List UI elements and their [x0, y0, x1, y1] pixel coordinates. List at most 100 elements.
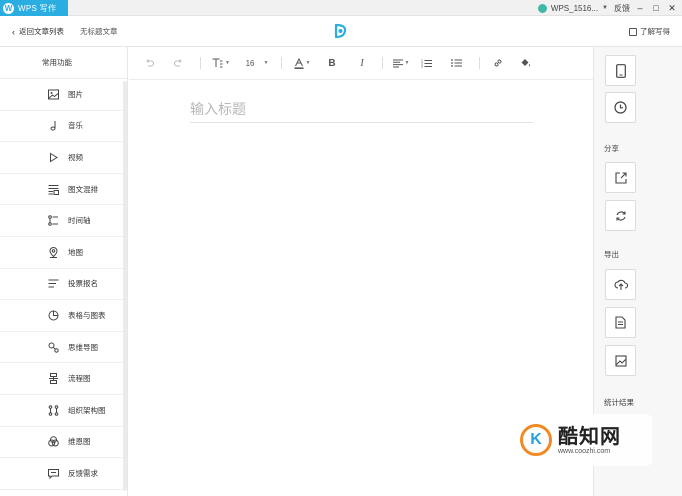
bold-button[interactable]: B — [316, 47, 348, 80]
svg-text:3: 3 — [421, 65, 423, 69]
export-label: 导出 — [604, 250, 619, 259]
export-cloud-button[interactable] — [605, 269, 636, 300]
share-link-button[interactable] — [605, 162, 636, 193]
italic-button[interactable]: I — [348, 47, 376, 80]
back-to-list-button[interactable]: ‹ 返回文章列表 — [12, 26, 64, 37]
sidebar-item-label: 音乐 — [68, 121, 83, 131]
ordered-list-button[interactable]: 123 — [413, 47, 439, 80]
video-icon — [47, 151, 59, 163]
chart-icon — [47, 309, 59, 321]
avatar[interactable] — [537, 3, 547, 13]
sidebar-item-image[interactable]: 图片 — [0, 79, 124, 111]
user-name[interactable]: WPS_1516... — [551, 4, 598, 13]
sidebar-item-mindmap[interactable]: 思维导图 — [0, 332, 124, 364]
sidebar-item-label: 维恩图 — [68, 437, 91, 447]
watermark: K 酷知网 www.coozhi.com — [512, 414, 652, 466]
editor-header: ‹ 返回文章列表 无标题文章 了解写得 — [0, 16, 682, 47]
sidebar-item-venn[interactable]: 维恩图 — [0, 427, 124, 459]
bullet-list-button[interactable] — [439, 47, 473, 80]
mobile-preview-button[interactable] — [605, 55, 636, 86]
redo-button[interactable] — [164, 47, 194, 80]
title-input[interactable] — [190, 95, 533, 123]
align-dropdown[interactable]: ▼ — [389, 47, 413, 80]
sidebar-scrollbar[interactable] — [123, 81, 127, 491]
titlebar-right: WPS_1516... ▼ 反馈 – □ ✕ — [537, 0, 678, 16]
align-left-icon — [392, 59, 403, 67]
map-pin-icon — [47, 246, 59, 258]
sidebar-item-table-chart[interactable]: 表格与图表 — [0, 300, 124, 332]
sidebar-list: 图片 音乐 视频 图文混排 时间轴 地图 投票报名 表格与图表 思维导图 流程图… — [0, 79, 124, 490]
learn-more-button[interactable]: 了解写得 — [629, 26, 670, 37]
font-color-dropdown[interactable]: ▼ — [288, 47, 316, 80]
ordered-list-icon: 123 — [421, 59, 432, 69]
music-icon — [47, 120, 59, 132]
share-label: 分享 — [604, 144, 619, 153]
sidebar-item-vote[interactable]: 投票报名 — [0, 269, 124, 301]
text-style-icon — [212, 58, 223, 68]
sidebar-item-flowchart[interactable]: 流程图 — [0, 363, 124, 395]
sidebar-item-label: 投票报名 — [68, 279, 98, 289]
sidebar-item-label: 图片 — [68, 89, 83, 99]
external-link-icon — [614, 171, 627, 184]
chevron-down-icon: ▼ — [225, 60, 230, 66]
sidebar-item-music[interactable]: 音乐 — [0, 111, 124, 143]
sidebar-item-timeline[interactable]: 时间轴 — [0, 205, 124, 237]
clock-icon — [614, 101, 627, 114]
chevron-down-icon: ▼ — [305, 60, 311, 66]
minimize-button[interactable]: – — [634, 2, 646, 14]
text-style-dropdown[interactable]: ▼ — [207, 47, 235, 80]
chevron-down-icon[interactable]: ▼ — [602, 5, 608, 11]
refresh-icon — [615, 210, 626, 221]
link-icon — [494, 59, 502, 67]
sidebar-item-label: 时间轴 — [68, 216, 91, 226]
back-label: 返回文章列表 — [19, 27, 64, 36]
sidebar-heading: 常用功能 — [0, 47, 127, 79]
timeline-icon — [47, 215, 59, 227]
org-chart-icon — [47, 404, 59, 416]
fill-color-button[interactable] — [510, 47, 540, 80]
sidebar-item-label: 地图 — [68, 247, 83, 257]
undo-button[interactable] — [134, 47, 164, 80]
export-image-button[interactable] — [605, 345, 636, 376]
sidebar-item-video[interactable]: 视频 — [0, 142, 124, 174]
redo-icon — [174, 59, 182, 67]
font-size-dropdown[interactable]: 16 ▼ — [237, 47, 275, 80]
watermark-text: 酷知网 www.coozhi.com — [558, 426, 621, 455]
flowchart-icon — [47, 373, 59, 385]
venn-icon — [47, 436, 59, 448]
sidebar-item-map[interactable]: 地图 — [0, 237, 124, 269]
bold-icon: B — [328, 57, 336, 69]
sidebar-item-label: 反馈需求 — [68, 468, 98, 478]
layout-icon — [47, 183, 59, 195]
sidebar-item-org-chart[interactable]: 组织架构图 — [0, 395, 124, 427]
feedback-link[interactable]: 反馈 — [614, 3, 630, 14]
sync-button[interactable] — [605, 200, 636, 231]
sidebar-item-feedback[interactable]: 反馈需求 — [0, 458, 124, 490]
toolbar-divider — [479, 57, 480, 69]
sidebar-item-label: 图文混排 — [68, 184, 98, 194]
undo-icon — [146, 59, 154, 67]
vote-icon — [47, 278, 59, 290]
link-button[interactable] — [486, 47, 510, 80]
sidebar-item-label: 表格与图表 — [68, 310, 106, 320]
document-export-icon — [614, 316, 626, 329]
italic-icon: I — [360, 57, 364, 69]
watermark-url: www.coozhi.com — [558, 447, 611, 455]
sidebar-item-label: 组织架构图 — [68, 405, 106, 415]
app-logo: W WPS 写作 — [0, 0, 68, 16]
toolbar-divider — [281, 57, 282, 69]
export-document-button[interactable] — [605, 307, 636, 338]
feedback-icon — [47, 467, 59, 479]
stats-label: 统计结果 — [604, 398, 634, 407]
chevron-left-icon: ‹ — [12, 26, 15, 37]
book-icon — [629, 27, 637, 36]
sidebar-item-label: 流程图 — [68, 374, 91, 384]
feature-sidebar: 常用功能 图片 音乐 视频 图文混排 时间轴 地图 投票报名 表格与图表 思维导… — [0, 47, 128, 496]
toolbar-divider — [200, 57, 201, 69]
sidebar-item-mixed-layout[interactable]: 图文混排 — [0, 174, 124, 206]
close-button[interactable]: ✕ — [666, 2, 678, 14]
bullet-list-icon — [450, 59, 462, 67]
history-button[interactable] — [605, 92, 636, 123]
maximize-button[interactable]: □ — [650, 2, 662, 14]
toolbar-divider — [382, 57, 383, 69]
